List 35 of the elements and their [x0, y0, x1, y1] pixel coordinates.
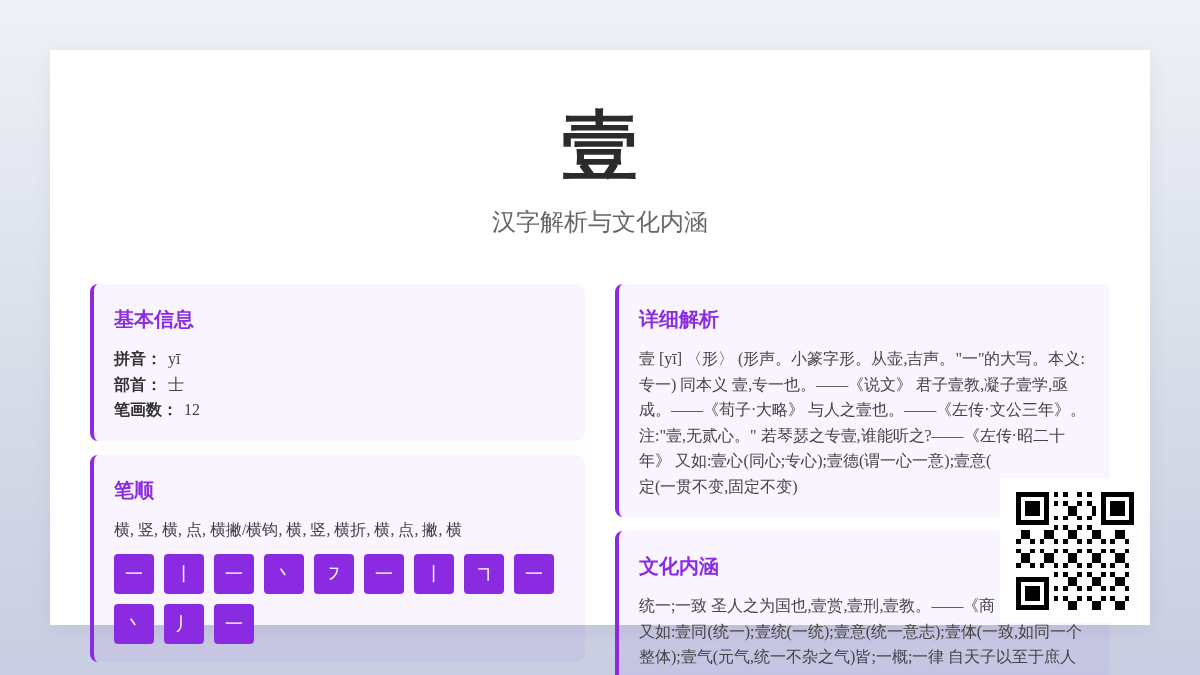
- stroke-tile: 丿: [164, 604, 204, 644]
- stroke-names: 横, 竖, 横, 点, 横撇/横钩, 横, 竖, 横折, 横, 点, 撇, 横: [114, 519, 464, 540]
- culture-text-line: 整体);壹气(元气,统一不杂之气)皆;一概;一律 自天子以至于庶人: [639, 647, 1078, 668]
- stroke-tile: ㇕: [464, 554, 504, 594]
- details-text-line: 定(一贯不变,固定不变): [639, 476, 799, 498]
- subtitle: 汉字解析与文化内涵: [492, 208, 708, 237]
- stroke-tile: 丶: [114, 604, 154, 644]
- stroke-tile: 丨: [164, 554, 204, 594]
- section-heading: 文化内涵: [639, 554, 720, 579]
- stroke-tile: 一: [514, 554, 554, 594]
- field-label: 笔画数：: [114, 401, 178, 418]
- stroke-tile: 一: [114, 554, 154, 594]
- stroke-tile: 一: [214, 554, 254, 594]
- stroke-tile: 丨: [414, 554, 454, 594]
- details-text-line: 年》 又如:壹心(同心;专心);壹德(谓一心一意);壹意(: [639, 451, 993, 472]
- stroke-tile: ㇇: [314, 554, 354, 594]
- stroke-tile: 一: [214, 604, 254, 644]
- section-heading: 笔顺: [114, 477, 155, 503]
- field-label: 拼音：: [114, 350, 162, 367]
- culture-text-line: 统一;一致 圣人之为国也,壹赏,壹刑,壹教。——《商: [639, 596, 997, 616]
- field-value: yī: [168, 350, 181, 367]
- details-text-line: 专一) 同本义 壹,专一也。——《说文》 君子壹教,凝子壹学,亟: [639, 374, 1070, 396]
- character-title: 壹: [562, 103, 638, 190]
- qr-code-icon: [1016, 491, 1134, 610]
- field-label: 部首：: [114, 375, 162, 393]
- stroke-tile: 一: [364, 554, 404, 594]
- details-text-line: 壹 [yī] 〈形〉 (形声。小篆字形。从壶,吉声。"一"的大写。本义:: [639, 349, 1086, 370]
- field-value: 12: [184, 401, 200, 418]
- details-text-line: 成。——《荀子·大略》 与人之壹也。——《左传·文公三年》。: [639, 400, 1087, 420]
- section-heading: 详细解析: [639, 307, 720, 332]
- section-heading: 基本信息: [114, 307, 195, 332]
- stroke-tile: 丶: [264, 554, 304, 594]
- culture-text-line: 又如:壹同(统一);壹统(一统);壹意(统一意志);壹体(一致,如同一个: [639, 621, 1084, 643]
- details-text-line: 注:"壹,无贰心。" 若琴瑟之专壹,谁能听之?——《左传·昭二十: [639, 425, 1066, 446]
- field-value: 士: [168, 375, 184, 393]
